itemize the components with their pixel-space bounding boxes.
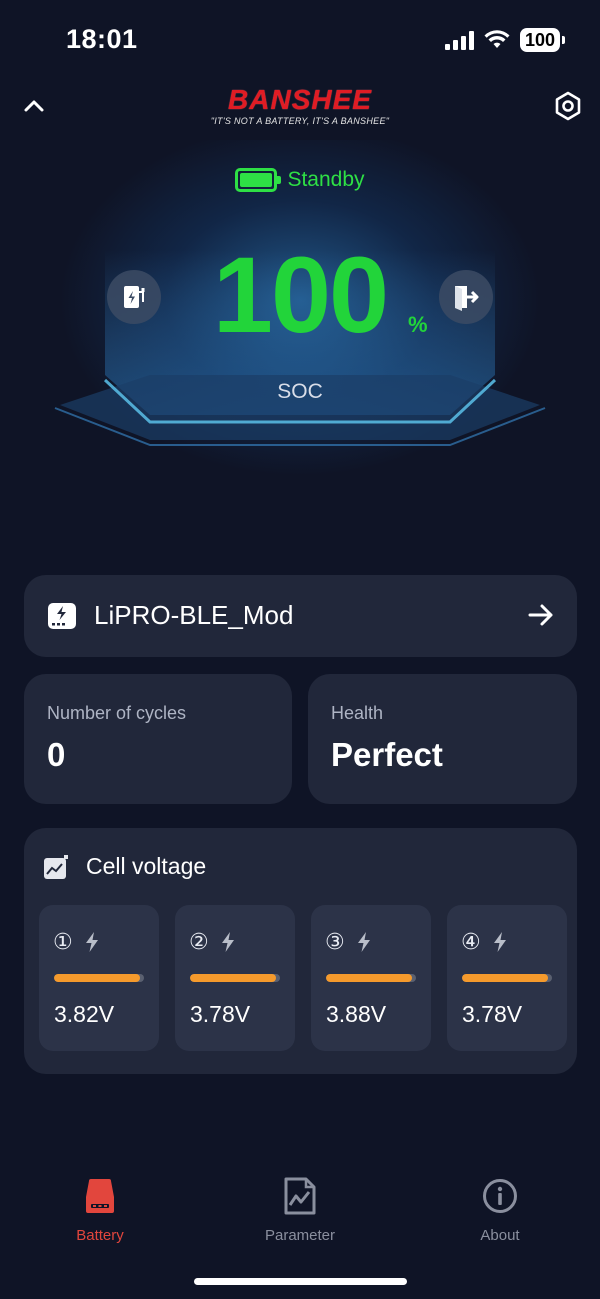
lightning-bolt-icon [86, 932, 98, 952]
arrow-right-icon [528, 604, 553, 626]
cell-voltage-value: 3.78V [190, 1001, 251, 1027]
wifi-icon [484, 30, 510, 48]
cell-level-bar [54, 974, 144, 982]
tab-label: About [480, 1227, 520, 1244]
cell-voltage-title: Cell voltage [86, 853, 207, 879]
cell-level-fill [462, 974, 548, 982]
cell-item: ④ 3.78V [447, 905, 567, 1051]
cell-item: ③ 3.88V [311, 905, 431, 1051]
settings-hexagon-icon [555, 91, 581, 121]
health-value: Perfect [331, 736, 443, 773]
battery-full-icon [235, 168, 282, 192]
settings-button[interactable] [552, 90, 584, 122]
status-time: 18:01 [66, 24, 138, 54]
device-name: LiPRO-BLE_Mod [94, 600, 294, 630]
status-battery-indicator: 100 [519, 28, 566, 52]
tab-label: Parameter [264, 1227, 336, 1244]
health-card: Health Perfect [308, 674, 577, 804]
status-bar: 18:01 100 [0, 0, 600, 80]
brand-name: BANSHEE [228, 84, 372, 115]
home-indicator[interactable] [194, 1278, 407, 1285]
cell-level-bar [190, 974, 280, 982]
cycles-label: Number of cycles [47, 703, 187, 723]
cycles-card: Number of cycles 0 [24, 674, 292, 804]
tab-parameter[interactable]: Parameter [230, 1175, 370, 1244]
soc-unit: % [408, 312, 428, 337]
cell-level-fill [190, 974, 276, 982]
tab-battery[interactable]: Battery [30, 1175, 170, 1244]
brand-tagline: "IT'S NOT A BATTERY, IT'S A BANSHEE" [210, 116, 390, 126]
soc-value: 100 [212, 234, 389, 355]
cell-index: ③ [325, 929, 345, 954]
soc-label: SOC [277, 380, 323, 403]
top-nav: BANSHEE "IT'S NOT A BATTERY, IT'S A BANS… [0, 80, 600, 140]
battery-hero: Standby 100 % SOC [0, 140, 600, 540]
tab-bar: Battery Parameter About [0, 1175, 600, 1255]
cell-voltage-value: 3.82V [54, 1001, 115, 1027]
cell-index: ① [53, 929, 73, 954]
device-card[interactable]: LiPRO-BLE_Mod [24, 575, 577, 657]
health-label: Health [331, 703, 384, 723]
chart-image-icon [44, 855, 68, 879]
lightning-bolt-icon [494, 932, 506, 952]
cell-item: ① 3.82V [39, 905, 159, 1051]
lightning-bolt-icon [358, 932, 370, 952]
brand-logo: BANSHEE "IT'S NOT A BATTERY, IT'S A BANS… [0, 84, 600, 127]
tab-about[interactable]: About [430, 1175, 570, 1244]
cell-level-bar [462, 974, 552, 982]
cell-voltage-value: 3.88V [326, 1001, 387, 1027]
status-icons: 100 [444, 28, 566, 52]
chart-image-icon [284, 1177, 316, 1215]
lightning-bolt-icon [222, 932, 234, 952]
battery-state: Standby [0, 168, 600, 192]
cell-voltage-value: 3.78V [462, 1001, 523, 1027]
battery-icon [86, 1179, 114, 1213]
info-icon [483, 1179, 517, 1213]
cell-index: ② [189, 929, 209, 954]
tab-label: Battery [76, 1227, 124, 1244]
cell-list: ① 3.82V ② 3.78V ③ 3.88V ④ 3.78V [39, 905, 567, 1051]
cell-index: ④ [461, 929, 481, 954]
cycles-value: 0 [47, 736, 66, 773]
cell-level-fill [54, 974, 140, 982]
state-label: Standby [287, 168, 365, 191]
cell-level-bar [326, 974, 416, 982]
cell-voltage-card: Cell voltage ① 3.82V ② 3.78V ③ 3.88V ④ 3… [24, 828, 577, 1074]
power-bank-icon [48, 603, 76, 629]
cell-item: ② 3.78V [175, 905, 295, 1051]
cellular-signal-icon [444, 30, 474, 50]
cell-level-fill [326, 974, 412, 982]
